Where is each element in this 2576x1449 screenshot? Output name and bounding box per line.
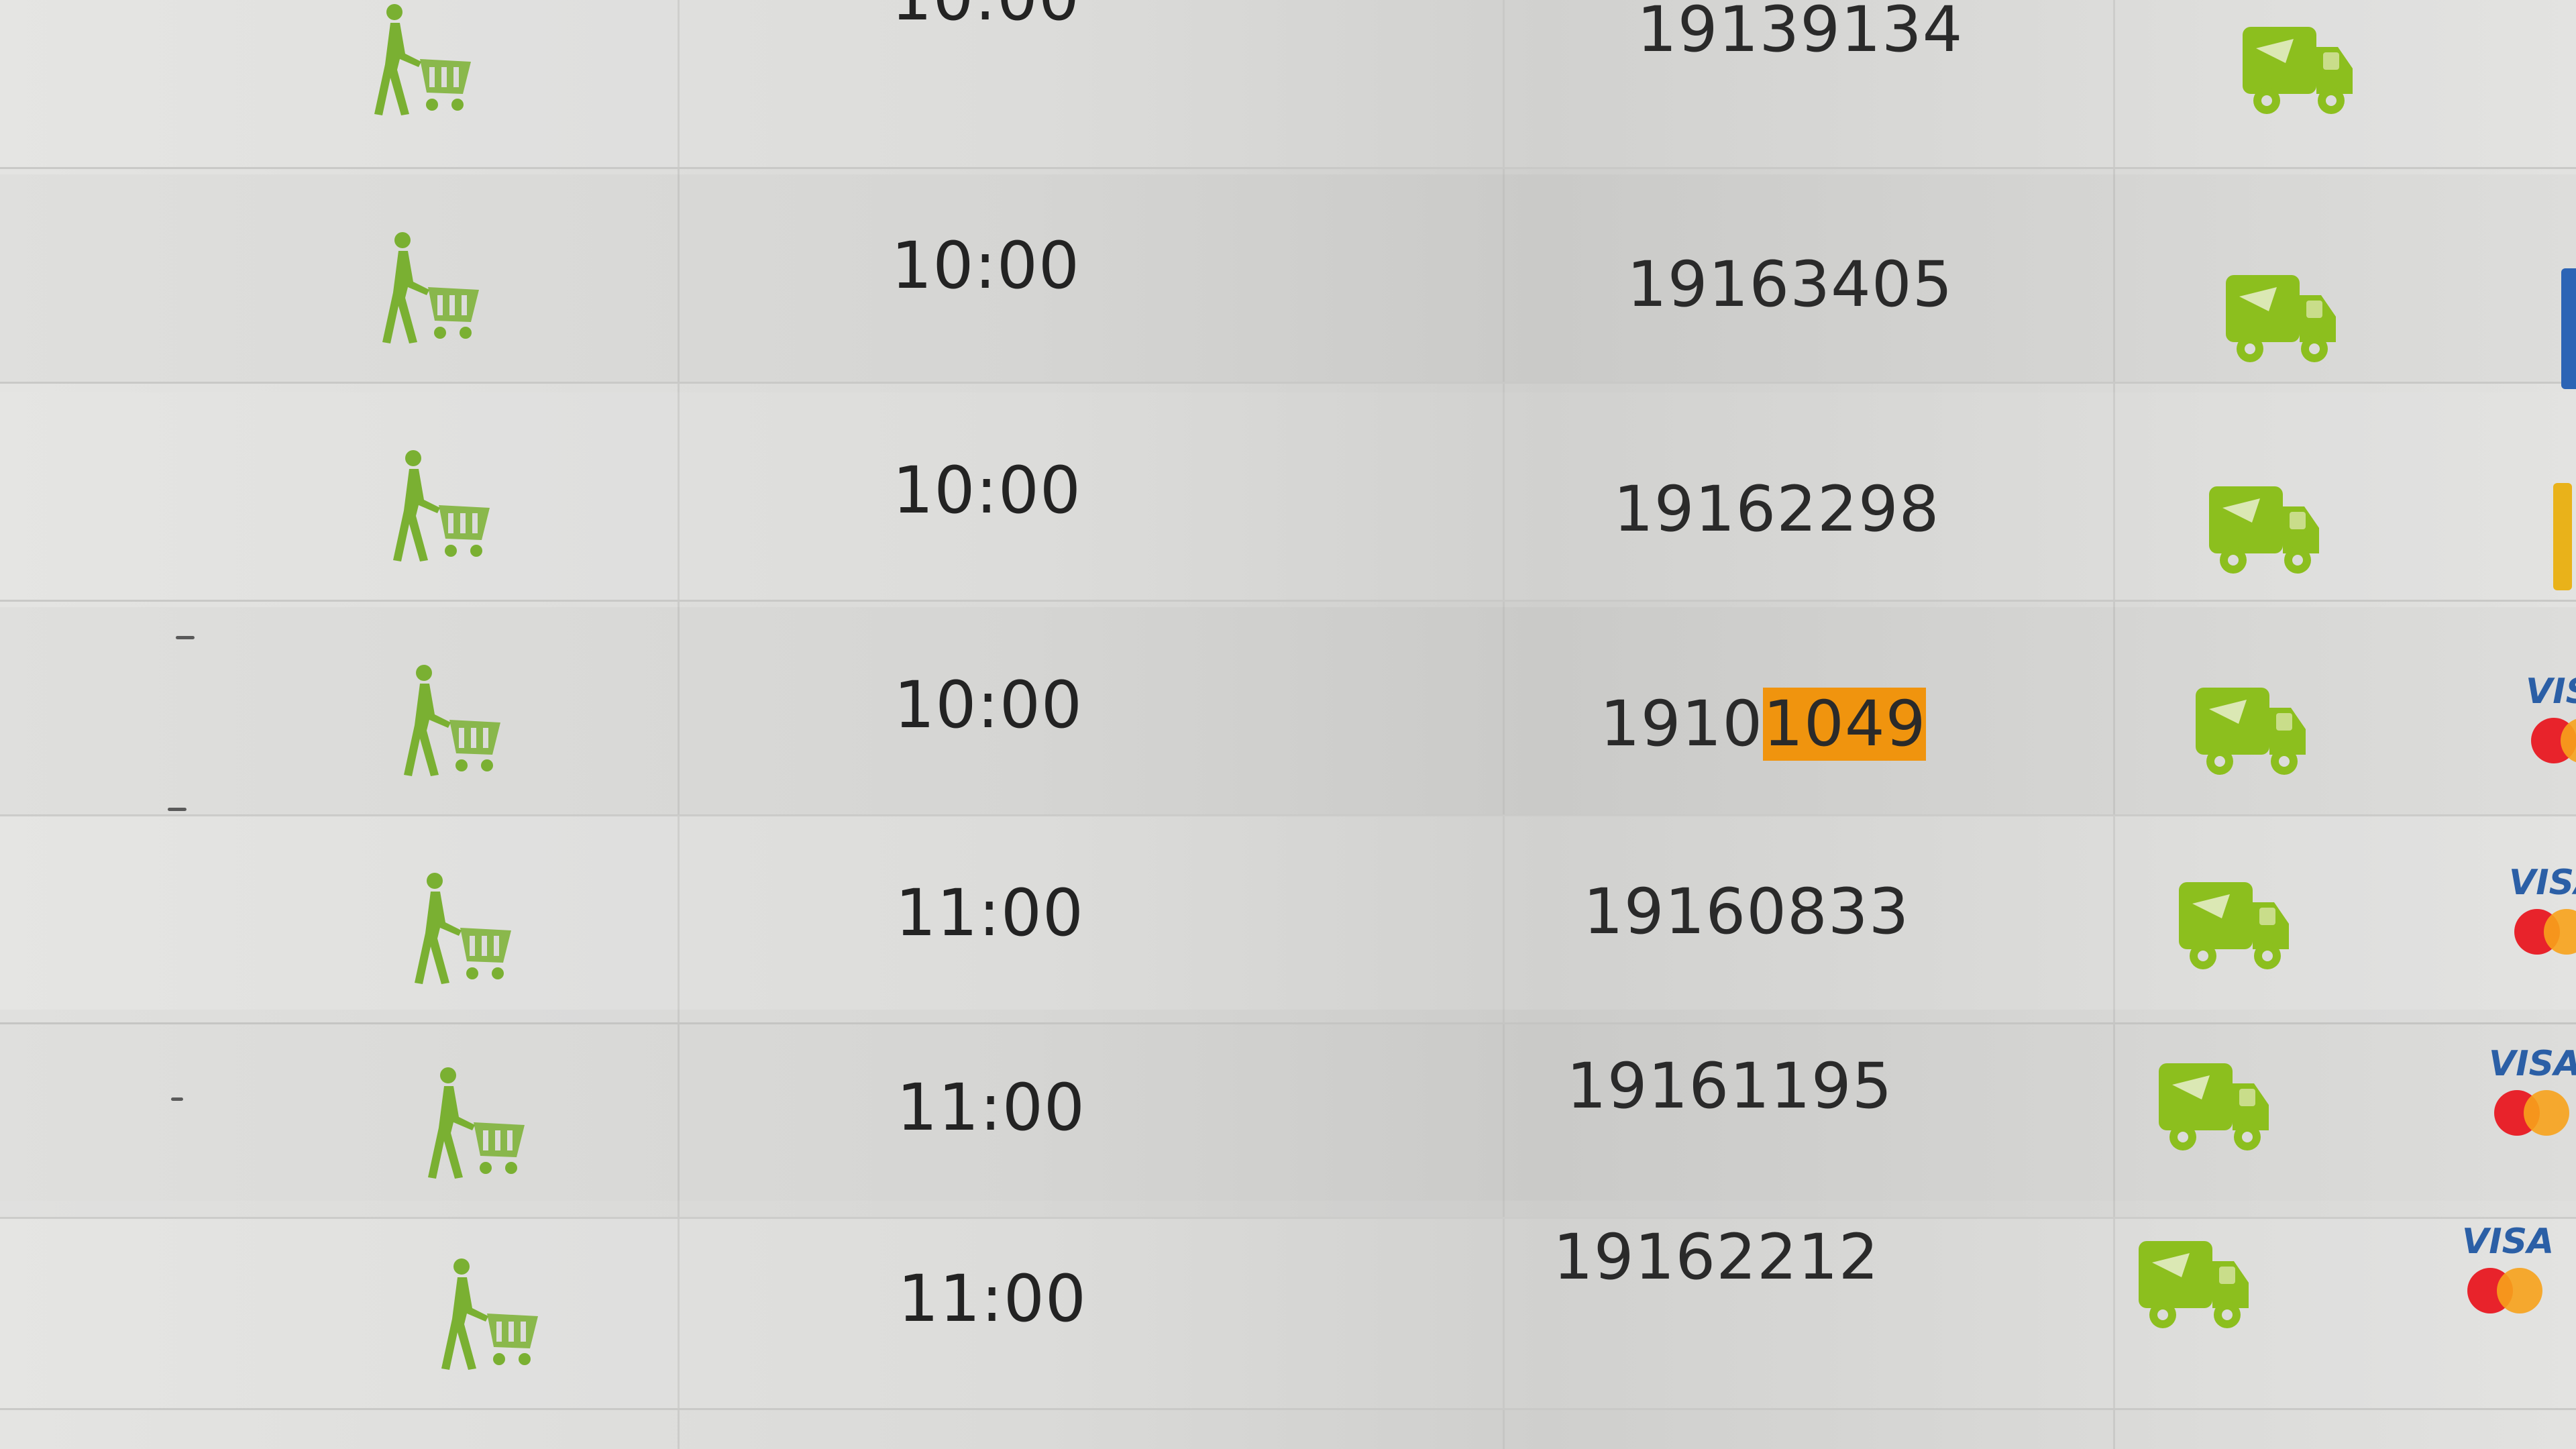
order-time: 10:00	[891, 228, 1080, 303]
shopper-cart-graphic	[382, 232, 479, 343]
visa-label: VISA	[2509, 863, 2576, 903]
order-time: 11:00	[895, 875, 1084, 951]
visa-mastercard-icon: VISA	[2482, 1043, 2576, 1144]
shopper-cart-icon	[396, 869, 530, 989]
order-time: 10:00	[892, 453, 1081, 528]
scrollbar-thumb[interactable]	[2561, 268, 2576, 389]
shopper-cart-icon	[364, 228, 498, 349]
order-number[interactable]: 19101049	[1600, 688, 1927, 761]
order-row[interactable]: 11:00 19162212 VISA	[0, 1201, 2576, 1410]
visa-mastercard-icon: VISA	[2519, 671, 2576, 771]
order-number[interactable]: 19139134	[1637, 0, 1962, 66]
order-number-text: 19163405	[1627, 248, 1953, 321]
order-row[interactable]: 10:00 19101049 VISA	[0, 607, 2576, 816]
order-row[interactable]: 10:00 19162298	[0, 392, 2576, 602]
order-number-text: 19160833	[1583, 875, 1910, 949]
search-match-highlight: 1049	[1763, 688, 1927, 761]
order-row[interactable]: 11:00 19160833 VISA	[0, 815, 2576, 1024]
delivery-truck-icon	[2220, 262, 2341, 376]
delivery-truck-icon	[2237, 13, 2358, 127]
order-row[interactable]: 11:00 19161195 VISA	[0, 1010, 2576, 1219]
shopper-cart-graphic	[415, 873, 511, 984]
visa-label: VISA	[2526, 672, 2576, 712]
delivery-truck-icon	[2190, 674, 2311, 788]
delivery-truck-icon	[2153, 1050, 2274, 1164]
order-number-text: 19139134	[1637, 0, 1964, 66]
order-time: 11:00	[898, 1261, 1087, 1336]
row-marker	[168, 808, 186, 811]
shopper-cart-icon	[374, 446, 508, 567]
delivery-truck-icon	[2204, 473, 2324, 587]
orders-list: 10:001913913410:001916340510:00191622981…	[0, 0, 2576, 1449]
shopper-cart-icon	[356, 0, 490, 121]
order-number-text: 19162298	[1613, 473, 1940, 546]
order-number-text: 1910	[1600, 688, 1764, 761]
order-number[interactable]: 19162298	[1613, 473, 1939, 546]
visa-label: VISA	[2462, 1222, 2554, 1262]
row-marker	[171, 1097, 183, 1101]
order-number[interactable]: 19161195	[1566, 1050, 1892, 1123]
screen: 10:001913913410:001916340510:00191622981…	[0, 0, 2576, 1449]
order-number[interactable]: 19162212	[1553, 1221, 1878, 1294]
shopper-cart-graphic	[374, 4, 471, 115]
delivery-truck-icon	[2174, 869, 2294, 983]
shopper-cart-icon	[409, 1063, 543, 1184]
order-number-text: 19161195	[1566, 1050, 1893, 1123]
shopper-cart-graphic	[404, 665, 500, 776]
order-time: 10:00	[865, 0, 1080, 35]
shopper-cart-graphic	[441, 1258, 538, 1370]
order-row[interactable]: 10:00 19139134	[0, 0, 2576, 169]
order-time: 10:00	[894, 667, 1083, 743]
order-number[interactable]: 19163405	[1627, 248, 1952, 321]
order-number-text: 19162212	[1553, 1221, 1880, 1294]
order-time: 11:00	[896, 1070, 1085, 1145]
shopper-cart-icon	[385, 661, 519, 782]
order-row[interactable]: 10:00 19163405	[0, 174, 2576, 384]
visa-mastercard-icon: VISA	[2455, 1221, 2576, 1322]
order-number[interactable]: 19160833	[1583, 875, 1909, 949]
row-marker	[176, 636, 195, 639]
side-tab-marker[interactable]	[2553, 483, 2572, 590]
visa-mastercard-icon: VISA	[2502, 862, 2576, 963]
delivery-truck-icon	[2133, 1228, 2254, 1342]
shopper-cart-graphic	[393, 450, 490, 561]
shopper-cart-icon	[423, 1254, 557, 1375]
shopper-cart-graphic	[428, 1067, 525, 1179]
visa-label: VISA	[2489, 1044, 2576, 1084]
